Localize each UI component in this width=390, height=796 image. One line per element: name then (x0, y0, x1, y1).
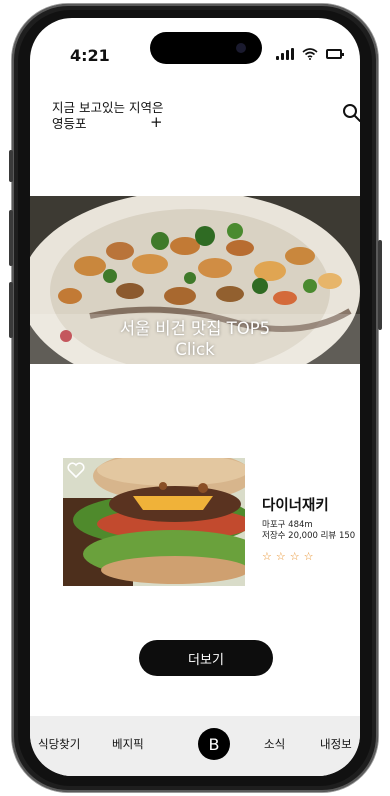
more-button[interactable]: 더보기 (139, 640, 273, 676)
restaurant-name[interactable]: 다이너재키 (262, 494, 329, 515)
side-button-power (378, 240, 382, 330)
tab-restaurant-search[interactable]: 식당찾기 (38, 736, 80, 752)
banner-caption: 서울 비건 맛집 TOP5 Click (30, 314, 360, 364)
camera-icon (236, 43, 246, 53)
app-screen: 4:21 지금 보고있는 지역은 영등포 + 서울 비건 맛집 TOP5 Cli… (30, 18, 360, 776)
battery-icon (326, 49, 344, 59)
dynamic-island (150, 32, 262, 64)
star-icon: ☆ (275, 550, 286, 563)
restaurant-stats: 저장수 20,000 리뷰 150 (262, 531, 356, 541)
bottom-tab-bar: 식당찾기 베지픽 B 소식 내정보 (30, 716, 360, 776)
restaurant-card-image[interactable] (63, 458, 245, 586)
wifi-icon (302, 48, 318, 60)
promo-banner[interactable]: 서울 비건 맛집 TOP5 Click (30, 196, 360, 364)
add-region-button[interactable]: + (150, 115, 163, 130)
banner-title: 서울 비건 맛집 TOP5 (119, 319, 271, 338)
star-icon: ☆ (262, 550, 272, 563)
heart-icon[interactable] (67, 462, 85, 478)
banner-click-label[interactable]: Click (30, 340, 360, 360)
region-label-line1: 지금 보고있는 지역은 (52, 100, 164, 115)
tab-news[interactable]: 소식 (264, 736, 285, 752)
current-region-label[interactable]: 지금 보고있는 지역은 영등포 (52, 100, 163, 132)
region-name: 영등포 (52, 116, 87, 131)
restaurant-location: 마포구 484m (262, 520, 313, 530)
burger-image (63, 458, 245, 586)
star-icon: ☆ (289, 550, 300, 563)
tab-home-b[interactable]: B (198, 728, 230, 760)
rating-stars: ☆ ☆ ☆ ☆ (262, 550, 314, 563)
side-button-volume-up (9, 210, 13, 266)
status-time: 4:21 (70, 46, 110, 65)
tab-my-info[interactable]: 내정보 (320, 736, 352, 752)
tab-vegipick[interactable]: 베지픽 (112, 736, 144, 752)
search-icon[interactable] (342, 103, 360, 123)
side-button-mute (9, 150, 13, 182)
status-icons (276, 48, 344, 60)
side-button-volume-down (9, 282, 13, 338)
signal-icon (276, 48, 294, 60)
star-icon: ☆ (303, 550, 314, 563)
